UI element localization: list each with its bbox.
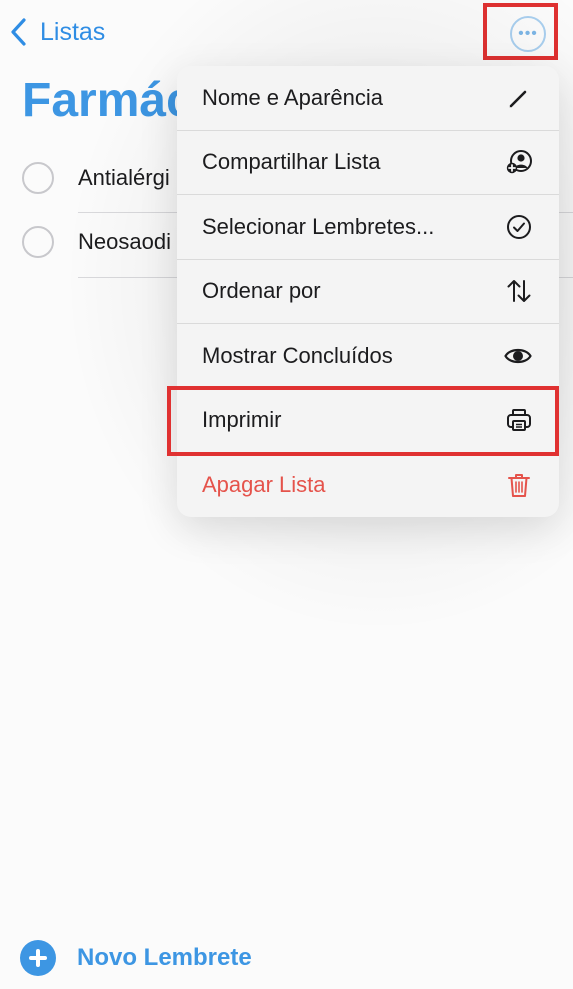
menu-item-label: Compartilhar Lista <box>202 149 381 174</box>
trash-icon <box>508 474 530 497</box>
highlight-box-more <box>483 3 558 60</box>
highlight-box-print <box>167 386 559 456</box>
list-title: Farmác <box>22 74 193 127</box>
back-label: Listas <box>40 17 106 46</box>
menu-item-label: Selecionar Lembretes... <box>202 214 435 239</box>
reminders-screen: Listas ••• Farmác Antialérgi Neosaodi No… <box>0 0 573 989</box>
menu-item-select-reminders[interactable]: Selecionar Lembretes... <box>177 195 559 259</box>
new-reminder-label: Novo Lembrete <box>77 944 252 971</box>
menu-item-label: Nome e Aparência <box>202 85 383 110</box>
sort-arrows-icon <box>507 280 531 302</box>
checkmark-circle-icon <box>507 215 531 239</box>
eye-icon <box>504 348 532 364</box>
menu-item-sort-by[interactable]: Ordenar por <box>177 259 559 323</box>
new-reminder-button[interactable]: Novo Lembrete <box>20 940 252 976</box>
menu-item-delete-list[interactable]: Apagar Lista <box>177 453 559 517</box>
reminder-text[interactable]: Neosaodi <box>78 229 171 255</box>
menu-item-label: Mostrar Concluídos <box>202 343 393 368</box>
back-button[interactable]: Listas <box>8 14 105 50</box>
complete-checkbox[interactable] <box>22 226 54 258</box>
menu-item-label: Apagar Lista <box>202 472 326 497</box>
reminder-text[interactable]: Antialérgi <box>78 165 170 191</box>
complete-checkbox[interactable] <box>22 162 54 194</box>
plus-circle-icon <box>20 940 56 976</box>
menu-item-name-appearance[interactable]: Nome e Aparência <box>177 66 559 130</box>
pencil-icon <box>509 90 527 108</box>
menu-item-label: Ordenar por <box>202 278 321 303</box>
menu-item-show-completed[interactable]: Mostrar Concluídos <box>177 324 559 388</box>
chevron-left-icon <box>11 18 26 46</box>
menu-item-share-list[interactable]: Compartilhar Lista <box>177 130 559 194</box>
person-add-icon <box>506 150 532 174</box>
